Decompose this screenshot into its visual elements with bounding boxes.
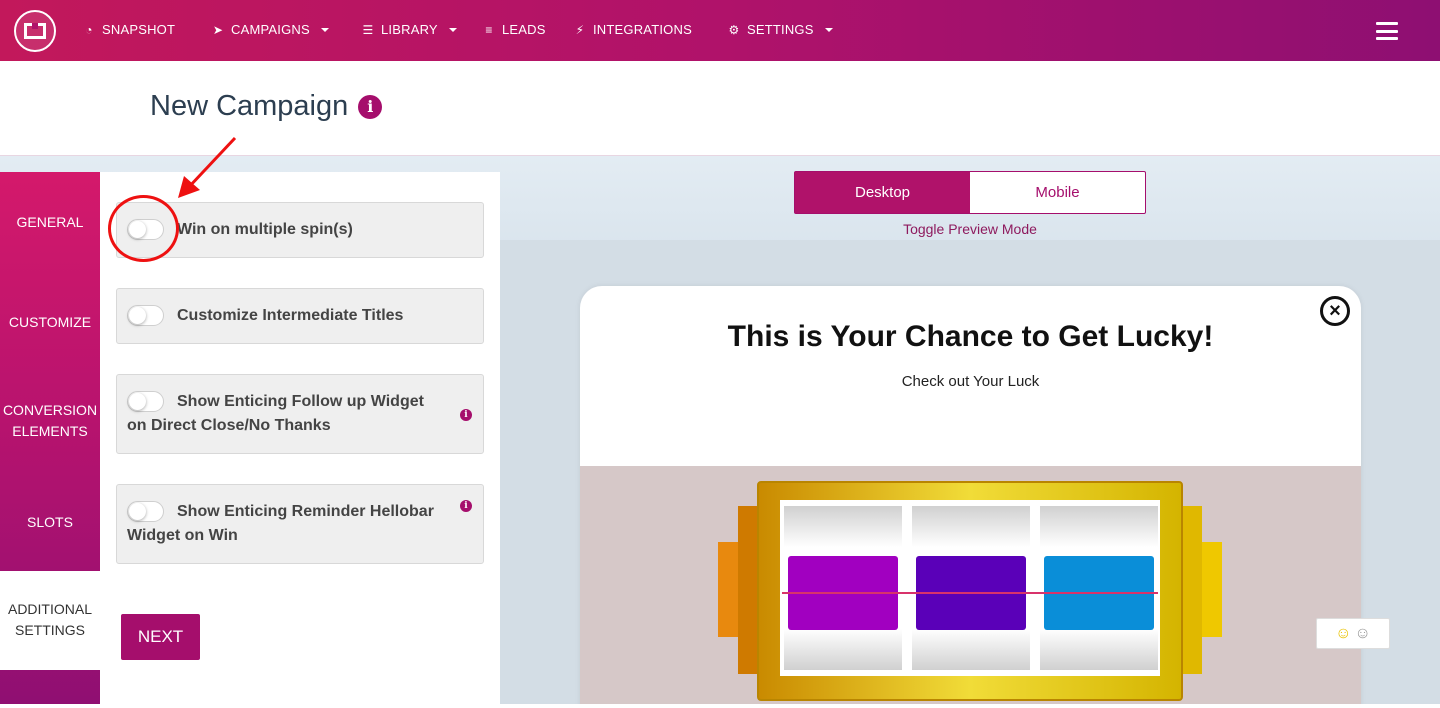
paper-plane-icon: ➤ — [212, 22, 224, 37]
gears-icon: ⚙ — [728, 22, 740, 37]
emoji-add-icon[interactable]: ☺ — [1335, 625, 1351, 643]
page-title: New Campaign i — [150, 90, 383, 123]
info-icon[interactable]: i — [460, 500, 472, 512]
preview-mode-toggle: Desktop Mobile — [794, 171, 1146, 214]
nav-campaigns[interactable]: ➤ CAMPAIGNS — [211, 22, 329, 37]
plug-icon: ⚡ — [575, 22, 585, 37]
nav-leads[interactable]: ≡ LEADS — [482, 22, 546, 37]
option-label: Win on multiple spin(s) — [177, 221, 353, 238]
info-icon[interactable]: i — [358, 94, 383, 119]
nav-library[interactable]: ☰ LIBRARY — [361, 22, 457, 37]
server-icon: ☰ — [362, 22, 374, 37]
app-logo[interactable] — [14, 10, 56, 52]
toggle-switch[interactable] — [127, 305, 164, 326]
option-label: Customize Intermediate Titles — [177, 307, 404, 324]
chevron-down-icon — [320, 27, 329, 32]
chevron-down-icon — [824, 27, 833, 32]
nav-settings[interactable]: ⚙ SETTINGS — [727, 22, 833, 37]
mobile-mode-button[interactable]: Mobile — [970, 172, 1145, 213]
slot-machine — [718, 481, 1222, 701]
side-tab-general[interactable]: GENERAL — [0, 212, 100, 233]
settings-side-tabs: GENERAL CUSTOMIZE CONVERSION ELEMENTS SL… — [0, 172, 100, 708]
option-card-reminder-hellobar: Show Enticing Reminder Hellobar Widget o… — [116, 484, 484, 564]
top-navbar: ◔ SNAPSHOT ➤ CAMPAIGNS ☰ LIBRARY ≡ LEADS… — [0, 0, 1440, 61]
option-label: Show Enticing Follow up Widget on Direct… — [127, 393, 424, 434]
side-tab-slots[interactable]: SLOTS — [0, 512, 100, 533]
info-icon[interactable]: i — [460, 409, 472, 421]
side-tab-conversion-elements[interactable]: CONVERSION ELEMENTS — [0, 400, 100, 442]
popup-subtitle: Check out Your Luck — [901, 373, 1040, 390]
bottom-border — [0, 704, 1440, 708]
emoji-reaction-widget[interactable]: ☺ ☺ — [1316, 618, 1390, 649]
side-tab-additional-settings[interactable]: ADDITIONAL SETTINGS — [0, 571, 100, 670]
list-icon: ≡ — [485, 22, 493, 37]
option-card-intermediate-titles: Customize Intermediate Titles — [116, 288, 484, 344]
option-card-follow-up-widget: Show Enticing Follow up Widget on Direct… — [116, 374, 484, 454]
side-tab-customize[interactable]: CUSTOMIZE — [0, 312, 100, 333]
nav-snapshot[interactable]: ◔ SNAPSHOT — [82, 22, 175, 37]
toggle-preview-caption: Toggle Preview Mode — [903, 221, 1037, 237]
dashboard-icon: ◔ — [85, 22, 93, 37]
option-label: Show Enticing Reminder Hellobar Widget o… — [127, 503, 434, 544]
popup-title: This is Your Chance to Get Lucky! — [727, 320, 1214, 353]
annotation-circle — [108, 195, 179, 262]
annotation-arrow-icon — [178, 136, 237, 198]
smiley-icon[interactable]: ☺ — [1355, 625, 1371, 643]
chevron-down-icon — [448, 27, 457, 32]
close-icon[interactable]: × — [1320, 296, 1350, 326]
nav-integrations[interactable]: ⚡ INTEGRATIONS — [573, 22, 692, 37]
hamburger-menu-icon[interactable] — [1376, 22, 1398, 40]
next-button[interactable]: NEXT — [121, 614, 200, 660]
desktop-mode-button[interactable]: Desktop — [795, 172, 970, 213]
